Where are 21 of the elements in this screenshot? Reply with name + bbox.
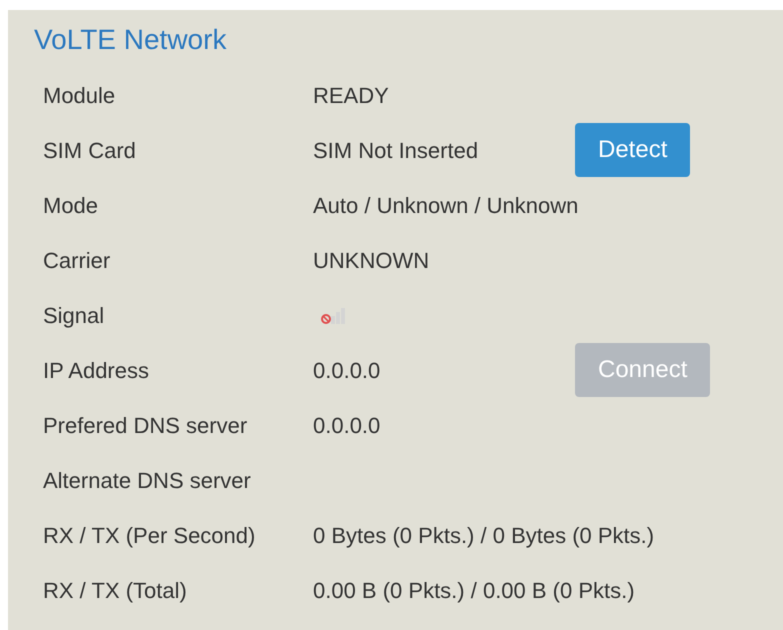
field-label: Carrier: [43, 248, 112, 274]
field-value: 0.00 B (0 Pkts.) / 0.00 B (0 Pkts.): [313, 578, 635, 604]
field-label: Mode: [43, 192, 100, 218]
field-label: IP Address: [43, 358, 150, 384]
field-value: 0.0.0.0: [313, 358, 380, 384]
field-label: Prefered DNS server: [43, 412, 248, 438]
no-signal-icon: [321, 306, 347, 326]
field-label: Signal: [43, 302, 106, 328]
field-value: UNKNOWN: [313, 248, 430, 274]
field-label: RX / TX (Per Second): [43, 522, 256, 548]
field-value: READY: [313, 82, 389, 108]
field-value: 0 Bytes (0 Pkts.) / 0 Bytes (0 Pkts.): [313, 522, 654, 548]
field-value: 0.0.0.0: [313, 412, 380, 438]
field-value: Auto / Unknown / Unknown: [313, 192, 578, 218]
field-label: Alternate DNS server: [43, 468, 252, 494]
field-label: Module: [43, 82, 116, 108]
field-label: RX / TX (Total): [43, 578, 188, 604]
section-title: VoLTE Network: [34, 28, 228, 52]
field-label: SIM Card: [43, 138, 137, 164]
action-button[interactable]: Detect: [575, 123, 690, 177]
field-value: SIM Not Inserted: [313, 138, 478, 164]
